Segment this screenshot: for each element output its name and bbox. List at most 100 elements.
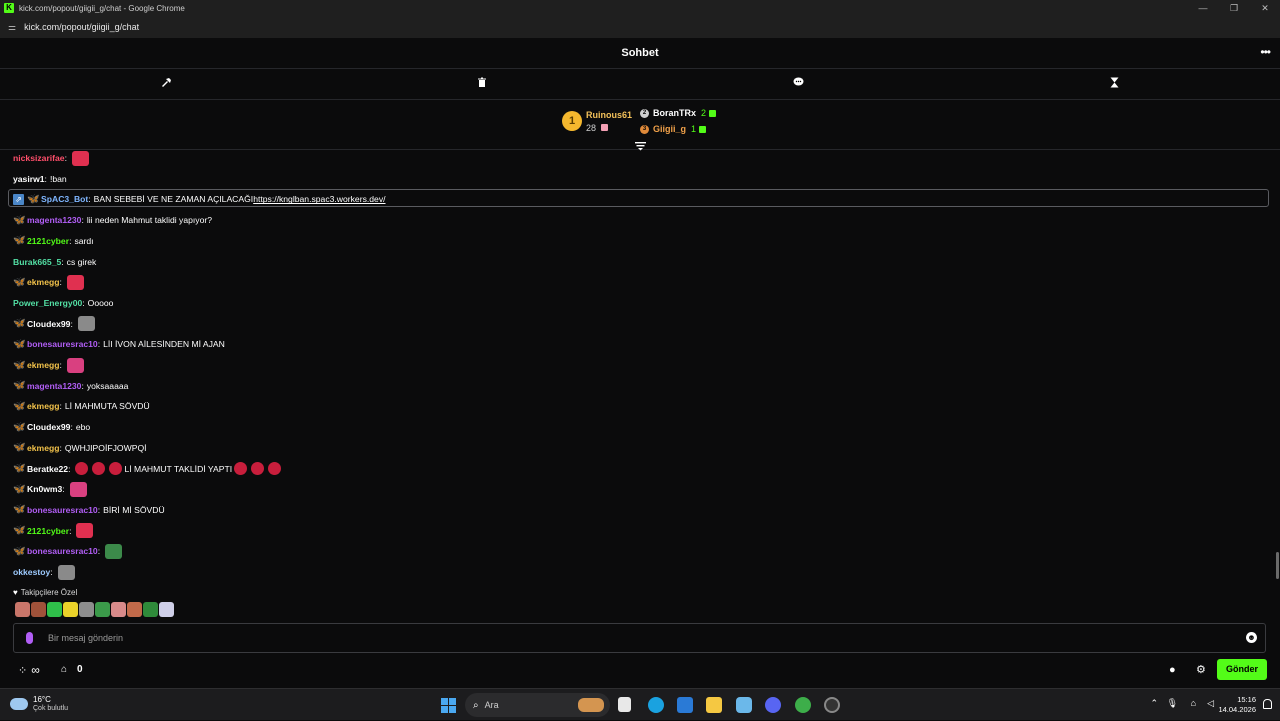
notification-icon[interactable] — [1263, 699, 1272, 709]
chat-scrollbar[interactable] — [1276, 552, 1279, 579]
chat-username[interactable]: ekmegg — [27, 401, 59, 411]
chat-username[interactable]: ekmegg — [27, 360, 59, 370]
leaderboard-second-place[interactable]: 2 BoranTRx 2 — [640, 107, 717, 119]
points-area[interactable]: ⁘ ∞ — [18, 663, 40, 677]
chat-username[interactable]: nicksizarifae — [13, 153, 65, 163]
subscriber-badge-icon[interactable]: 🦋 — [13, 525, 25, 536]
gear-icon[interactable]: ⚙ — [1196, 663, 1206, 676]
follower-emote[interactable] — [127, 602, 142, 617]
restore-icon[interactable]: ❐ — [1219, 0, 1249, 16]
volume-icon[interactable]: ◁ — [1207, 698, 1214, 709]
chat-emote[interactable] — [92, 462, 106, 475]
subscriber-badge-icon[interactable]: 🦋 — [13, 339, 25, 350]
bot-badge-icon[interactable]: ⇗ — [13, 193, 24, 205]
chat-username[interactable]: 2121cyber — [27, 236, 69, 246]
chat-username[interactable]: ekmegg — [27, 443, 59, 453]
chat-settings-bubble-icon[interactable]: ● — [1169, 664, 1176, 676]
url-text[interactable]: kick.com/popout/giigii_g/chat — [24, 22, 139, 32]
chrome-icon[interactable] — [795, 697, 811, 713]
follower-emote[interactable] — [95, 602, 110, 617]
chevron-up-icon[interactable]: ⌃ — [1150, 698, 1158, 709]
subscriber-badge-icon[interactable]: 🦋 — [13, 442, 25, 453]
taskbar-clock[interactable]: 15:16 14.04.2026 — [1218, 695, 1256, 715]
chat-messages[interactable]: nicksizarifae: yasirw1: !ban ⇗ 🦋 SpAC3_Bot: BA… — [0, 150, 1276, 620]
chat-emote[interactable] — [109, 462, 123, 475]
store-app-icon[interactable] — [677, 697, 693, 713]
message-input-placeholder[interactable]: Bir mesaj gönderin — [48, 633, 123, 643]
chat-emote[interactable] — [69, 481, 87, 497]
chat-username[interactable]: bonesauresrac10 — [27, 505, 98, 515]
send-button[interactable]: Gönder — [1217, 659, 1267, 680]
chat-username[interactable]: Burak665_5 — [13, 257, 61, 267]
message-input-box[interactable]: Bir mesaj gönderin ☻ — [13, 623, 1266, 653]
start-menu-icon[interactable] — [441, 698, 456, 713]
chat-username[interactable]: magenta1230 — [27, 381, 81, 391]
more-options-icon[interactable]: ••• — [1260, 45, 1271, 59]
subscriber-badge-icon[interactable]: 🦋 — [13, 422, 25, 433]
chat-username[interactable]: Kn0wm3 — [27, 484, 62, 494]
address-bar[interactable]: ⚌ kick.com/popout/giigii_g/chat — [0, 16, 1280, 38]
chat-emote[interactable] — [66, 274, 84, 290]
chat-username[interactable]: Cloudex99 — [27, 422, 70, 432]
follower-emote[interactable] — [111, 602, 126, 617]
chat-emote[interactable] — [66, 357, 84, 373]
close-icon[interactable]: ✕ — [1250, 0, 1280, 16]
chat-emote[interactable] — [76, 523, 94, 539]
settings-app-icon[interactable] — [736, 697, 752, 713]
subscriber-badge-icon[interactable]: 🦋 — [13, 318, 25, 329]
subscriber-badge-icon[interactable]: 🦋 — [13, 484, 25, 495]
subscriber-badge-icon[interactable]: 🦋 — [27, 194, 39, 205]
chat-emote[interactable] — [71, 150, 89, 166]
weather-widget[interactable]: 16°C Çok bulutlu — [10, 695, 68, 713]
chat-username[interactable]: ekmegg — [27, 277, 59, 287]
follower-emote[interactable] — [143, 602, 158, 617]
subscriber-badge-icon[interactable]: 🦋 — [13, 380, 25, 391]
microphone-icon[interactable] — [26, 632, 33, 644]
leaderboard-third-place[interactable]: 3 Giigii_g 1 — [640, 123, 707, 135]
follower-emote[interactable] — [63, 602, 78, 617]
task-view-icon[interactable] — [618, 697, 631, 712]
chat-username[interactable]: bonesauresrac10 — [27, 339, 98, 349]
follower-emote[interactable] — [79, 602, 94, 617]
follower-emote[interactable] — [159, 602, 174, 617]
chat-username[interactable]: okkestoy — [13, 567, 50, 577]
follower-emote[interactable] — [47, 602, 62, 617]
chat-emote[interactable] — [268, 462, 282, 475]
site-settings-icon[interactable]: ⚌ — [8, 22, 16, 33]
subscriber-badge-icon[interactable]: 🦋 — [13, 504, 25, 515]
network-icon[interactable]: ⌂ — [1191, 698, 1196, 708]
chat-username[interactable]: bonesauresrac10 — [27, 546, 98, 556]
chat-emote[interactable] — [75, 462, 89, 475]
subscriber-badge-icon[interactable]: 🦋 — [13, 463, 25, 474]
file-explorer-icon[interactable] — [706, 697, 722, 713]
obs-icon[interactable] — [824, 697, 840, 713]
emoji-icon[interactable]: ☻ — [1246, 632, 1257, 643]
store-icon[interactable]: ⌂ — [61, 664, 67, 675]
trash-icon[interactable] — [475, 77, 489, 91]
subscriber-badge-icon[interactable]: 🦋 — [13, 360, 25, 371]
chat-emote[interactable] — [105, 543, 123, 559]
chat-username[interactable]: magenta1230 — [27, 215, 81, 225]
chat-bubble-icon[interactable] — [791, 77, 805, 91]
hammer-icon[interactable] — [159, 77, 173, 91]
subscriber-badge-icon[interactable]: 🦋 — [13, 277, 25, 288]
discord-icon[interactable] — [765, 697, 781, 713]
subscriber-badge-icon[interactable]: 🦋 — [13, 235, 25, 246]
subscriber-badge-icon[interactable]: 🦋 — [13, 401, 25, 412]
follower-emote[interactable] — [31, 602, 46, 617]
chat-emote[interactable] — [234, 462, 248, 475]
hourglass-icon[interactable] — [1107, 77, 1121, 91]
chat-message-link[interactable]: https://knglban.spac3.workers.dev/ — [253, 194, 385, 204]
chat-username[interactable]: 2121cyber — [27, 526, 69, 536]
edge-browser-icon[interactable] — [648, 697, 664, 713]
microphone-tray-icon[interactable]: 🎙 — [1167, 698, 1178, 709]
chat-username[interactable]: Beratke22 — [27, 464, 68, 474]
chat-emote[interactable] — [57, 564, 75, 580]
subscriber-badge-icon[interactable]: 🦋 — [13, 215, 25, 226]
chat-emote[interactable] — [251, 462, 265, 475]
follower-emote[interactable] — [15, 602, 30, 617]
chat-username[interactable]: Power_Energy00 — [13, 298, 82, 308]
chat-username[interactable]: SpAC3_Bot — [41, 194, 88, 204]
taskbar-search[interactable]: ⌕ Ara — [465, 693, 610, 717]
subscriber-badge-icon[interactable]: 🦋 — [13, 546, 25, 557]
